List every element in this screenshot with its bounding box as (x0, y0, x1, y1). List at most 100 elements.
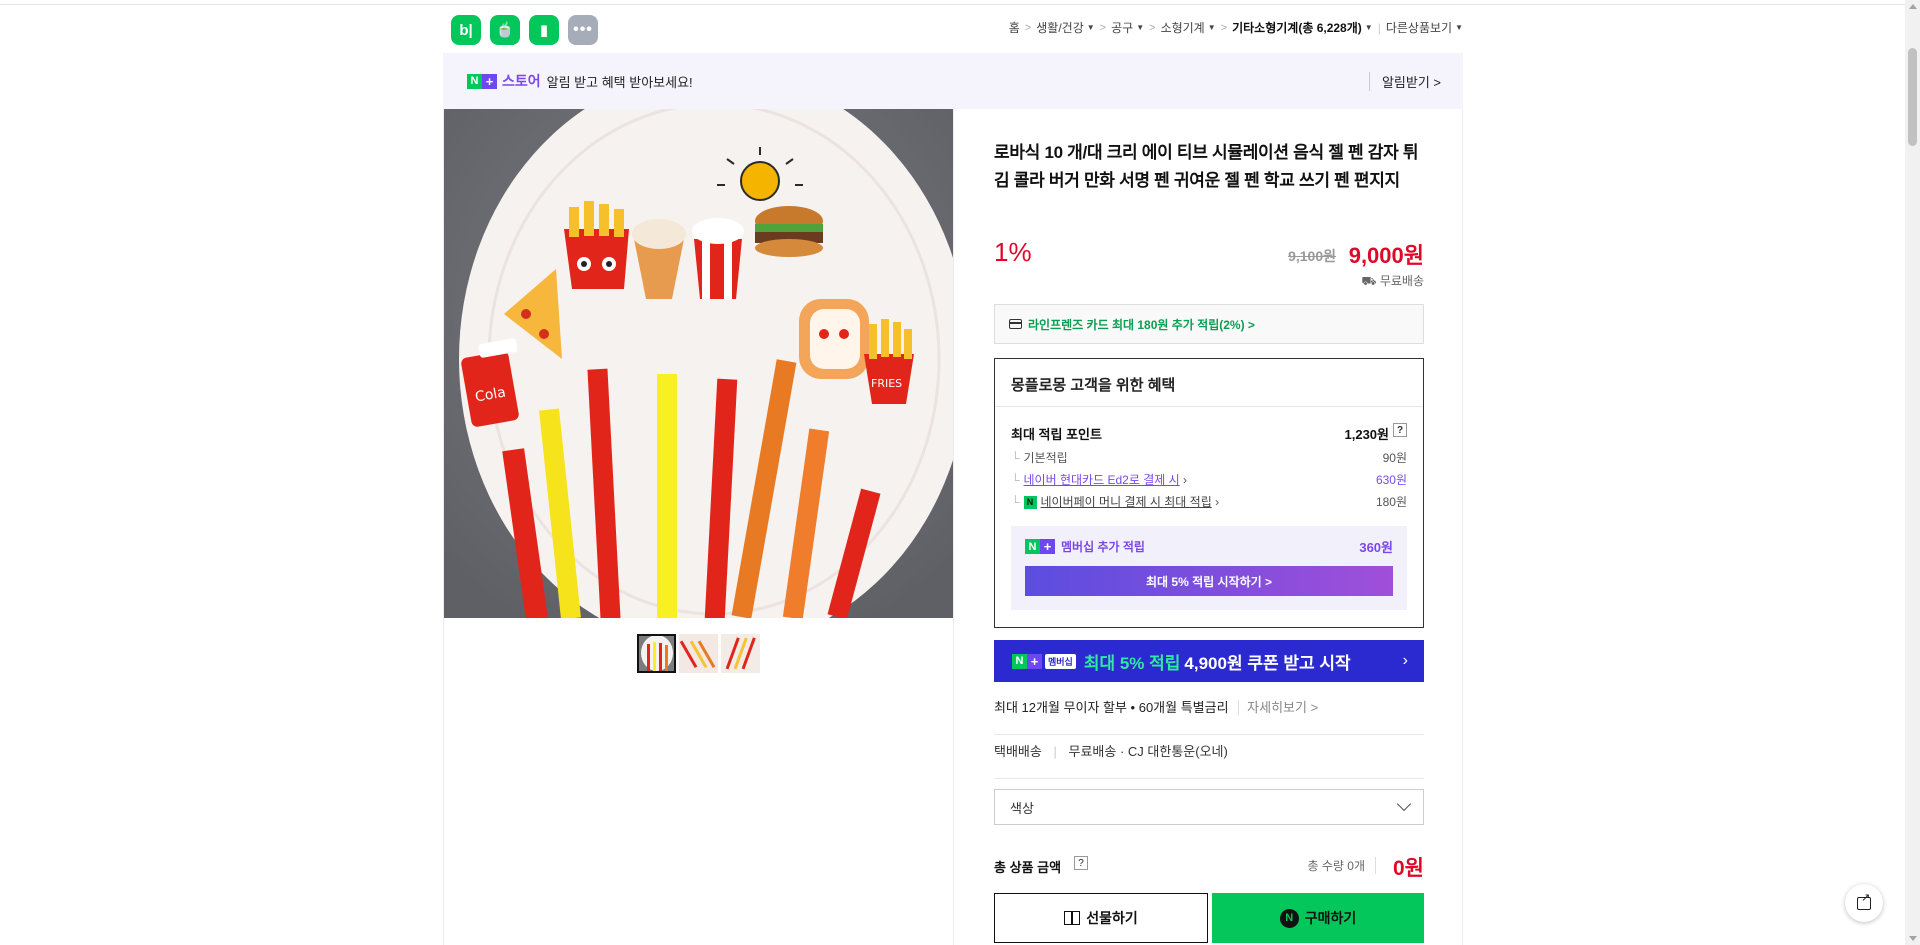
shipping-label: 무료배송 (1379, 274, 1424, 288)
store-notice-bar: N + 스토어 알림 받고 혜택 받아보세요! 알림받기 > (443, 53, 1463, 109)
thumbnail[interactable] (721, 634, 760, 673)
original-price: 9,100원 (1288, 248, 1336, 264)
purchase-buttons: 선물하기 N 구매하기 (994, 893, 1424, 943)
card-points-row: └ 네이버 현대카드 Ed2로 결제 시 › 630원 (1011, 471, 1407, 488)
truck-icon: ⛟ (1361, 274, 1377, 288)
card-benefit-text: 라인프렌즈 카드 최대 180원 추가 적립(2%) > (1028, 317, 1255, 332)
cafe-icon[interactable]: 🍵 (490, 15, 520, 45)
banner-highlight: 최대 5% 적립 (1083, 653, 1181, 673)
buy-button[interactable]: N 구매하기 (1212, 893, 1424, 943)
discount-rate: 1% (994, 237, 1032, 267)
share-icon (1857, 891, 1871, 910)
thumbnail[interactable] (637, 634, 676, 673)
installment-text: 최대 12개월 무이자 할부 • 60개월 특별금리 (994, 700, 1229, 715)
basic-points-label: 기본적립 (1023, 451, 1068, 465)
gift-icon (1064, 911, 1081, 925)
chevron-right-icon: > (1099, 21, 1107, 34)
breadcrumb-category-4[interactable]: 기타소형기계(총 6,228개) (1232, 19, 1362, 36)
notice-message: 알림 받고 혜택 받아보세요! (546, 74, 693, 90)
help-icon[interactable]: ? (1393, 423, 1407, 437)
chevron-right-icon: › (1179, 473, 1187, 487)
scrollbar[interactable] (1905, 0, 1920, 945)
total-sum: 0원 (1393, 857, 1424, 880)
membership-row: N + 멤버십 추가 적립 360원 (1025, 538, 1393, 555)
thumbnail-list (637, 634, 760, 673)
bookmark-icon[interactable]: ▮ (529, 15, 559, 45)
naverpay-icon: N (1023, 496, 1037, 510)
total-label: 총 상품 금액 (994, 860, 1062, 875)
divider: | (1377, 20, 1381, 35)
tree-branch-icon: └ (1011, 473, 1020, 487)
breadcrumb-category-3[interactable]: 소형기계 (1161, 19, 1205, 36)
chevron-down-icon (1396, 796, 1412, 812)
scrollbar-thumb[interactable] (1908, 48, 1917, 146)
price-row: 1% 9,100원 9,000원 (994, 237, 1424, 271)
gift-button[interactable]: 선물하기 (994, 893, 1208, 943)
option-select-label: 색상 (1010, 800, 1034, 816)
chevron-right-icon: › (1402, 652, 1408, 669)
info-column: 로바식 10 개/대 크리 에이 티브 시뮬레이션 음식 젤 펜 감자 튀김 콜… (953, 109, 1463, 945)
card-benefit-box[interactable]: 라인프렌즈 카드 최대 180원 추가 적립(2%) > (994, 304, 1424, 344)
pay-points-row: └ N 네이버페이 머니 결제 시 최대 적립 › 180원 (1011, 493, 1407, 510)
installment-more-link[interactable]: 자세히보기 > (1238, 700, 1319, 715)
image-column: Cola FRIES (443, 109, 953, 945)
naverpay-icon: N (1279, 908, 1299, 928)
membership-box: N + 멤버십 추가 적립 360원 최대 5% 적립 시작하기 > (1011, 526, 1407, 610)
max-points-row: 최대 적립 포인트 1,230원 ? (1011, 423, 1407, 443)
naverpay-link[interactable]: 네이버페이 머니 결제 시 최대 적립 (1041, 495, 1212, 509)
breadcrumb-category-1[interactable]: 생활/건강 (1036, 19, 1084, 36)
membership-start-button[interactable]: 최대 5% 적립 시작하기 > (1025, 566, 1393, 596)
hyundai-card-link[interactable]: 네이버 현대카드 Ed2로 결제 시 (1024, 473, 1180, 487)
installment-info: 최대 12개월 무이자 할부 • 60개월 특별금리 자세히보기 > (994, 697, 1424, 735)
caret-down-icon: ▼ (1455, 23, 1463, 32)
product-title: 로바식 10 개/대 크리 에이 티브 시뮬레이션 음식 젤 펜 감자 튀김 콜… (994, 143, 1419, 190)
tree-branch-icon: └ (1011, 495, 1020, 509)
product-image[interactable]: Cola FRIES (444, 109, 953, 618)
top-border (0, 0, 1905, 5)
membership-value: 360원 (1359, 540, 1393, 555)
credit-card-icon (1009, 319, 1022, 329)
delivery-type: 택배배송 (994, 744, 1042, 759)
thumbnail[interactable] (679, 634, 718, 673)
scroll-down-icon[interactable] (1909, 936, 1917, 941)
more-icon[interactable]: ••• (568, 15, 598, 45)
benefit-box: 몽플로몽 고객을 위한 혜택 최대 적립 포인트 1,230원 ? └ 기본적립 … (994, 358, 1424, 628)
basic-points-value: 90원 (1382, 451, 1407, 465)
other-products-link[interactable]: 다른상품보기 (1386, 19, 1452, 36)
sale-price: 9,000원 (1348, 243, 1424, 268)
divider: | (1053, 744, 1057, 759)
scroll-up-icon[interactable] (1909, 4, 1917, 9)
delivery-info: 택배배송 | 무료배송 · CJ 대한통운(오네) (994, 741, 1424, 779)
color-option-select[interactable]: 색상 (994, 789, 1424, 825)
banner-text: 4,900원 쿠폰 받고 시작 (1184, 653, 1351, 673)
delivery-carrier: · CJ 대한통운(오네) (1119, 744, 1228, 759)
card-points-value: 630원 (1375, 473, 1407, 487)
total-row: 총 상품 금액 ? 총 수량 0개 0원 (994, 852, 1424, 880)
chevron-right-icon: › (1211, 495, 1220, 509)
tree-branch-icon: └ (1011, 451, 1020, 465)
max-points-label: 최대 적립 포인트 (1011, 427, 1102, 442)
membership-banner[interactable]: N + 멤버십 최대 5% 적립 4,900원 쿠폰 받고 시작 › (994, 640, 1424, 682)
buy-button-label: 구매하기 (1304, 910, 1357, 926)
max-points-value: 1,230원 (1344, 427, 1390, 442)
delivery-free: 무료배송 (1068, 744, 1117, 759)
header: b| 🍵 ▮ ••• 홈 > 생활/건강 ▼ > 공구 ▼ > 소형기계 ▼ > 기타… (443, 13, 1463, 45)
total-quantity: 총 수량 0개 (1307, 857, 1376, 874)
chevron-right-icon: > (1220, 21, 1228, 34)
alarm-button[interactable]: 알림받기 > (1368, 71, 1441, 91)
share-button[interactable] (1845, 884, 1883, 922)
breadcrumb: 홈 > 생활/건강 ▼ > 공구 ▼ > 소형기계 ▼ > 기타소형기계(총 6,22… (1009, 19, 1463, 36)
breadcrumb-home[interactable]: 홈 (1009, 19, 1020, 36)
membership-badge: 멤버십 (1045, 653, 1076, 669)
pay-points-value: 180원 (1375, 495, 1407, 509)
svg-text:FRIES: FRIES (871, 377, 902, 390)
breadcrumb-category-2[interactable]: 공구 (1111, 19, 1133, 36)
naver-plus-icon: N + (1025, 539, 1055, 554)
naver-plus-icon: N + (1012, 653, 1042, 669)
chevron-right-icon: > (1149, 21, 1156, 34)
caret-down-icon: ▼ (1136, 23, 1145, 32)
chevron-right-icon: > (1024, 21, 1032, 34)
blog-icon[interactable]: b| (451, 15, 481, 45)
help-icon[interactable]: ? (1074, 856, 1088, 870)
caret-down-icon: ▼ (1086, 23, 1095, 32)
